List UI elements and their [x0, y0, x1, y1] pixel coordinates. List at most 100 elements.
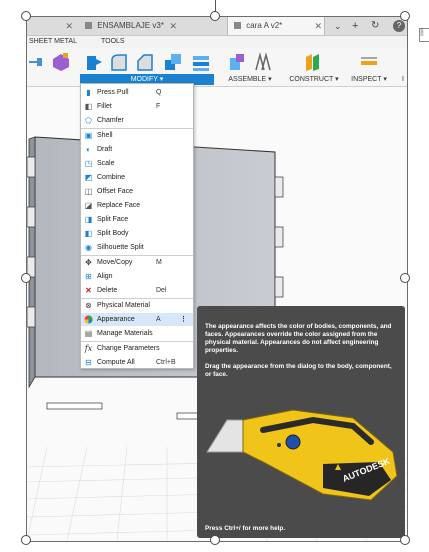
- help-icon[interactable]: ?: [393, 20, 405, 32]
- resize-handle[interactable]: [210, 11, 220, 21]
- menu-item-move-copy[interactable]: ✥ Move/Copy M: [81, 256, 193, 269]
- sketch-icon[interactable]: [29, 52, 49, 72]
- menu-item-appearance[interactable]: Appearance A ⋮: [81, 313, 193, 326]
- tab-sheet-metal[interactable]: SHEET METAL: [29, 36, 77, 48]
- modify-menu: ▮ Press Pull Q ◧ Fillet F ⬠ Chamfer ▣ Shell ◐ D…: [80, 83, 194, 369]
- menu-item-manage-materials[interactable]: ▤ Manage Materials: [81, 327, 193, 340]
- combine-icon[interactable]: [163, 52, 183, 72]
- menu-item-compute-all[interactable]: ⊟ Compute All Ctrl+B: [81, 356, 193, 369]
- tab-label: ENSAMBLAJE v3*: [97, 21, 164, 30]
- menu-item-label: Press Pull: [97, 89, 129, 96]
- close-icon[interactable]: ✕: [314, 17, 322, 35]
- menu-item-label: Replace Face: [97, 202, 141, 209]
- menu-item-chamfer[interactable]: ⬠ Chamfer: [81, 114, 193, 127]
- silhouette-split-icon: ◉: [85, 243, 92, 252]
- menu-item-label: Silhouette Split: [97, 244, 144, 251]
- appearance-icon: [84, 315, 93, 324]
- assemble-dropdown[interactable]: ASSEMBLE ▾: [225, 74, 275, 85]
- new-component-icon[interactable]: [227, 52, 247, 72]
- menu-item-delete[interactable]: ✕ Delete Del: [81, 284, 193, 297]
- inspect-dropdown[interactable]: INSPECT ▾: [349, 74, 389, 85]
- menu-item-draft[interactable]: ◐ Draft: [81, 143, 193, 156]
- joint-icon[interactable]: [253, 52, 273, 72]
- menu-item-label: Physical Material: [97, 302, 150, 309]
- close-icon[interactable]: ✕: [65, 17, 73, 35]
- menu-item-physical-material[interactable]: ⊗ Physical Material: [81, 299, 193, 312]
- menu-item-scale[interactable]: ◳ Scale: [81, 157, 193, 170]
- menu-item-shortcut: M: [156, 259, 162, 266]
- chevron-down-icon[interactable]: ⌄: [334, 17, 342, 35]
- app-window: ✕ ENSAMBLAJE v3* ✕ cara A v2* ✕ ⌄ + ↻ ? …: [26, 16, 408, 542]
- menu-item-shortcut: A: [156, 316, 161, 323]
- menu-item-shortcut: Q: [156, 89, 162, 96]
- menu-item-split-face[interactable]: ◨ Split Face: [81, 213, 193, 226]
- menu-item-combine[interactable]: ◩ Combine: [81, 171, 193, 184]
- menu-item-label: Change Parameters: [97, 345, 160, 352]
- menu-item-label: Appearance: [97, 316, 135, 323]
- sync-icon[interactable]: ↻: [371, 17, 379, 35]
- menu-item-replace-face[interactable]: ◪ Replace Face: [81, 199, 193, 212]
- menu-item-label: Split Body: [97, 230, 129, 237]
- resize-handle[interactable]: [210, 535, 220, 545]
- press-pull-icon: ▮: [86, 88, 91, 97]
- close-icon[interactable]: ✕: [169, 17, 177, 35]
- manage-materials-icon: ▤: [84, 329, 93, 338]
- insert-dropdown[interactable]: I: [399, 74, 407, 85]
- press-pull-icon[interactable]: [83, 52, 103, 72]
- more-options-icon[interactable]: ⋮: [180, 313, 187, 326]
- document-tab[interactable]: ✕: [27, 17, 75, 35]
- new-tab-button[interactable]: +: [352, 17, 358, 35]
- chamfer-icon: ⬠: [85, 116, 92, 125]
- menu-item-press-pull[interactable]: ▮ Press Pull Q: [81, 86, 193, 99]
- menu-item-offset-face[interactable]: ◫ Offset Face: [81, 185, 193, 198]
- tab-tools[interactable]: TOOLS: [101, 36, 125, 48]
- offset-face-icon[interactable]: [191, 52, 211, 72]
- menu-item-split-body[interactable]: ◧ Split Body: [81, 227, 193, 240]
- text-commands-icon[interactable]: ≡ ≡: [419, 28, 429, 42]
- menu-item-align[interactable]: ⊞ Align: [81, 270, 193, 283]
- menu-item-shell[interactable]: ▣ Shell: [81, 129, 193, 142]
- combine-icon: ◩: [84, 173, 93, 182]
- tooltip-instruction: Drag the appearance from the dialog to t…: [205, 363, 392, 378]
- draft-icon: ◐: [86, 145, 91, 154]
- compute-all-icon: ⊟: [85, 358, 92, 367]
- menu-item-label: Draft: [97, 146, 113, 153]
- assembly-icon: [85, 22, 92, 30]
- construct-dropdown[interactable]: CONSTRUCT ▾: [286, 74, 342, 85]
- tooltip-help-hint: Press Ctrl+/ for more help.: [205, 525, 286, 532]
- menu-item-label: Manage Materials: [97, 330, 153, 337]
- resize-handle[interactable]: [21, 11, 31, 21]
- resize-handle[interactable]: [400, 11, 410, 21]
- fillet-icon[interactable]: [109, 52, 129, 72]
- scale-icon: ◳: [84, 159, 93, 168]
- split-body-icon: ◧: [84, 229, 93, 238]
- create-form-icon[interactable]: [51, 52, 71, 72]
- measure-icon[interactable]: [359, 52, 379, 72]
- menu-item-fillet[interactable]: ◧ Fillet F: [81, 100, 193, 113]
- physical-material-icon: ⊗: [85, 301, 92, 310]
- resize-handle[interactable]: [21, 273, 31, 283]
- delete-icon: ✕: [85, 286, 92, 295]
- menu-item-label: Align: [97, 273, 113, 280]
- offset-plane-icon[interactable]: [303, 52, 323, 72]
- menu-item-silhouette-split[interactable]: ◉ Silhouette Split: [81, 241, 193, 254]
- align-icon: ⊞: [85, 272, 92, 281]
- tooltip-description: The appearance affects the color of bodi…: [205, 323, 392, 354]
- resize-handle[interactable]: [400, 273, 410, 283]
- fx-icon: fx: [84, 344, 93, 353]
- document-tab-active[interactable]: cara A v2* ✕: [227, 17, 325, 35]
- menu-item-label: Move/Copy: [97, 259, 133, 266]
- chamfer-icon[interactable]: [135, 52, 155, 72]
- menu-item-shortcut: Del: [156, 287, 167, 294]
- offset-face-icon: ◫: [84, 187, 93, 196]
- menu-item-label: Fillet: [97, 103, 112, 110]
- resize-handle[interactable]: [21, 535, 31, 545]
- part-icon: [234, 22, 241, 30]
- resize-handle[interactable]: [400, 535, 410, 545]
- menu-item-label: Delete: [97, 287, 118, 294]
- document-tab[interactable]: ENSAMBLAJE v3* ✕: [79, 17, 179, 35]
- menu-item-change-parameters[interactable]: fx Change Parameters: [81, 342, 193, 355]
- shell-icon: ▣: [84, 131, 93, 140]
- menu-item-shortcut: F: [156, 103, 161, 110]
- menu-item-label: Shell: [97, 132, 113, 139]
